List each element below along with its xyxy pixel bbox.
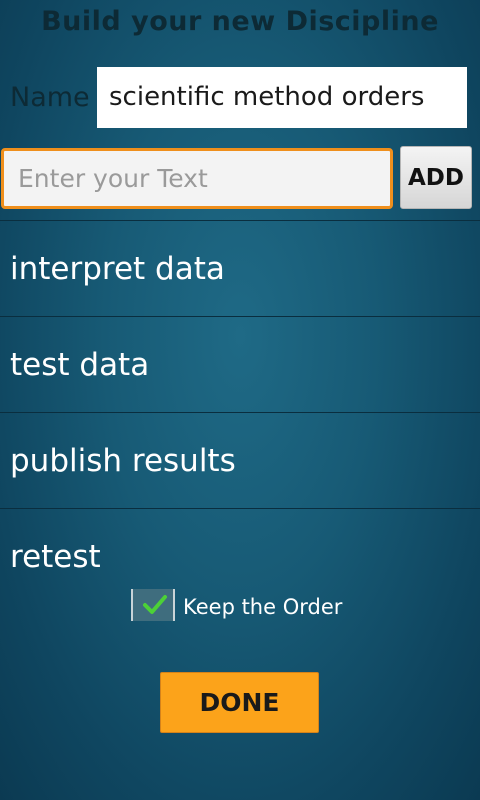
list-item[interactable]: interpret data (0, 220, 480, 316)
name-label: Name (10, 82, 90, 113)
checkmark-icon (143, 595, 167, 614)
page-title: Build your new Discipline (41, 6, 439, 37)
done-button[interactable]: DONE (160, 672, 319, 733)
keep-order-checkbox[interactable] (131, 589, 175, 621)
list-item-label: test data (10, 347, 150, 383)
discipline-name-field[interactable]: scientific method orders (97, 67, 467, 128)
add-button[interactable]: ADD (400, 146, 472, 209)
item-list: interpret data test data publish results… (0, 220, 480, 604)
list-item[interactable]: publish results (0, 412, 480, 508)
list-item-label: retest (10, 539, 101, 575)
list-item[interactable]: test data (0, 316, 480, 412)
enter-text-input[interactable] (1, 148, 393, 209)
list-item-label: publish results (10, 443, 236, 479)
list-item-label: interpret data (10, 251, 225, 287)
keep-order-label: Keep the Order (183, 595, 343, 619)
list-item[interactable]: retest (0, 508, 480, 604)
